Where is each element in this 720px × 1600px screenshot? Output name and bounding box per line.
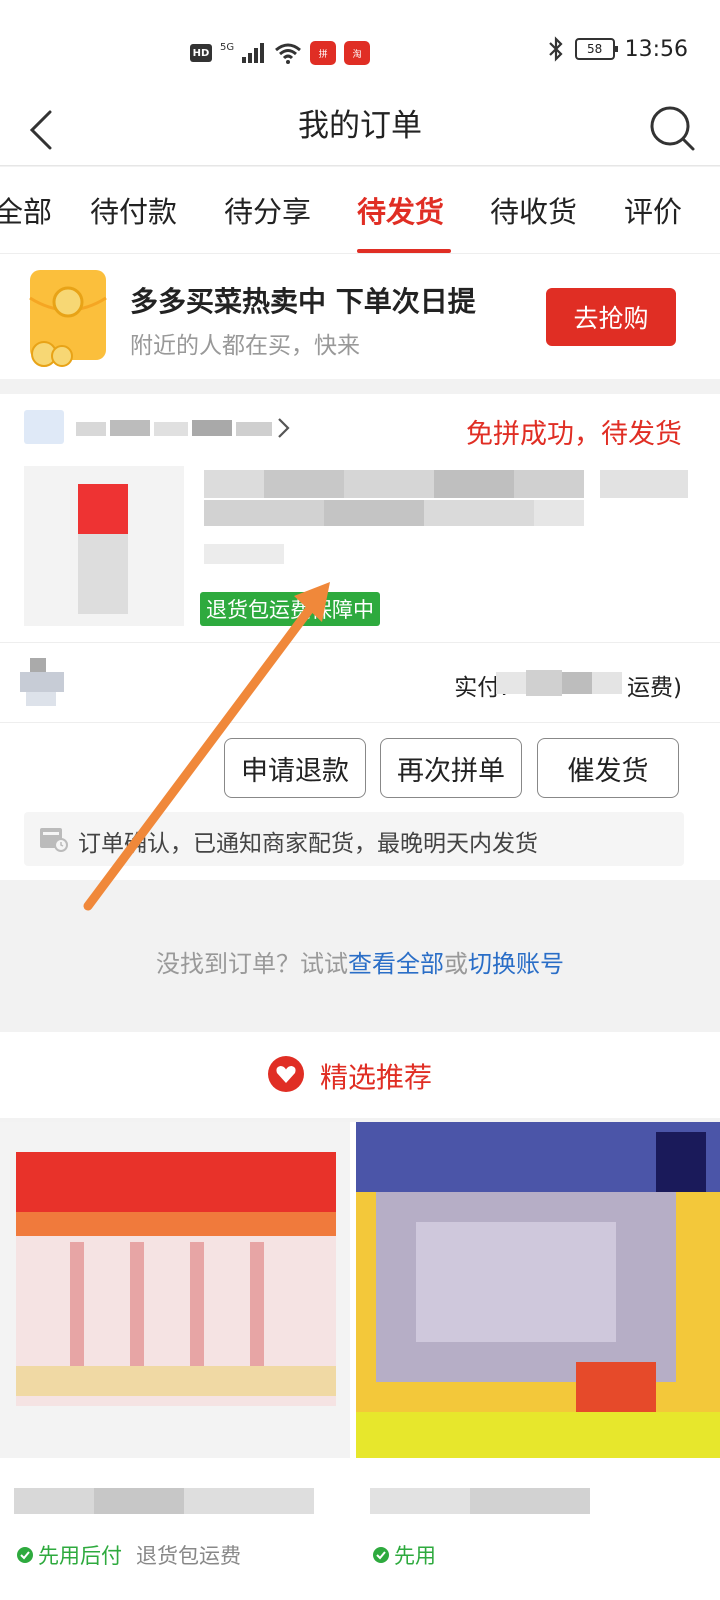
tab-all[interactable]: 全部 (0, 189, 52, 231)
not-found-prefix: 没找到订单？试试 (156, 950, 348, 978)
shop-name-redacted[interactable] (76, 418, 272, 438)
red-envelope-coin-icon (29, 270, 107, 367)
product-card-title-redacted (370, 1488, 590, 1514)
divider (0, 722, 720, 723)
title-bar: 我的订单 (0, 100, 720, 166)
tab-review[interactable]: 评价 (624, 189, 682, 231)
switch-account-link[interactable]: 切换账号 (468, 950, 564, 978)
network-type: 5G (220, 41, 235, 53)
not-found-hint: 没找到订单？试试查看全部或切换账号 (0, 944, 720, 979)
chevron-right-icon[interactable] (276, 416, 292, 440)
hd-badge: HD (190, 44, 212, 62)
status-left: HD 5G 拼 淘 (190, 38, 371, 68)
pay-later-tag: 先用 (394, 1544, 436, 1568)
pay-later-tag: 先用后付 (38, 1544, 122, 1568)
bluetooth-icon (548, 36, 563, 62)
urge-shipment-button[interactable]: 催发货 (537, 738, 679, 798)
tab-pending-receipt[interactable]: 待收货 (490, 189, 577, 231)
product-image[interactable] (24, 466, 184, 626)
tab-pending-share[interactable]: 待分享 (224, 189, 311, 231)
taobao-app-icon: 淘 (344, 41, 371, 65)
recommend-title: 精选推荐 (320, 1061, 433, 1094)
or-text: 或 (444, 950, 468, 978)
shop-logo[interactable] (24, 410, 64, 444)
notice-text: 订单确认，已通知商家配货，最晚明天内发货 (78, 831, 538, 857)
pinduoduo-app-icon: 拼 (310, 41, 337, 65)
tab-pending-shipment[interactable]: 待发货 (357, 189, 444, 231)
wifi-icon (275, 43, 302, 64)
promo-banner[interactable]: 多多买菜热卖中 下单次日提 附近的人都在买，快来 去抢购 (0, 253, 720, 379)
product-title-redacted[interactable] (204, 470, 688, 528)
promo-subtitle: 附近的人都在买，快来 (130, 333, 360, 359)
shipping-clock-icon (40, 828, 68, 852)
view-all-link[interactable]: 查看全部 (348, 950, 444, 978)
search-icon[interactable] (646, 102, 698, 154)
thumbnail-redacted (20, 658, 64, 706)
request-refund-button[interactable]: 申请退款 (224, 738, 366, 798)
product-card-tags: 先用后付 退货包运费 (16, 1540, 241, 1570)
product-card-tags: 先用 (372, 1540, 436, 1570)
free-return-tag: 退货包运费 (136, 1544, 241, 1568)
product-card-title-redacted (14, 1488, 314, 1514)
page-title: 我的订单 (298, 108, 422, 144)
order-card: 免拼成功，待发货 退货包运费保障中 实付: 运费) 申请退款 再次拼单 催发货 (0, 394, 720, 880)
order-status: 免拼成功，待发货 (466, 419, 682, 450)
product-card[interactable]: 先用后付 退货包运费 (0, 1122, 350, 1600)
recommend-header: 精选推荐 (0, 1032, 720, 1118)
product-spec-redacted (204, 544, 284, 564)
reorder-button[interactable]: 再次拼单 (380, 738, 522, 798)
divider (0, 642, 720, 643)
tab-pending-payment[interactable]: 待付款 (90, 189, 177, 231)
battery-icon: 58 (574, 38, 618, 60)
product-card[interactable]: 先用 (356, 1122, 720, 1600)
heart-badge-icon (268, 1056, 304, 1092)
pay-later-icon (373, 1547, 389, 1563)
pay-later-icon (17, 1547, 33, 1563)
paid-amount-redacted (496, 670, 622, 696)
status-right: 58 13:56 (547, 36, 688, 62)
order-notice: 订单确认，已通知商家配货，最晚明天内发货 (24, 812, 684, 866)
product-card-image (0, 1122, 350, 1458)
signal-icon (242, 43, 265, 63)
clock: 13:56 (624, 36, 688, 62)
product-card-image (356, 1122, 720, 1458)
return-shipping-guarantee-badge: 退货包运费保障中 (200, 592, 380, 626)
promo-title: 多多买菜热卖中 下单次日提 (130, 285, 476, 318)
status-bar: HD 5G 拼 淘 58 13:56 (0, 0, 720, 100)
order-tabs: 全部 待付款 待分享 待发货 待收货 评价 (0, 167, 720, 253)
shipping-fee-note: 运费) (627, 675, 682, 701)
recommend-grid: 先用后付 退货包运费 先用 (0, 1122, 720, 1600)
grab-deal-button[interactable]: 去抢购 (546, 288, 676, 346)
